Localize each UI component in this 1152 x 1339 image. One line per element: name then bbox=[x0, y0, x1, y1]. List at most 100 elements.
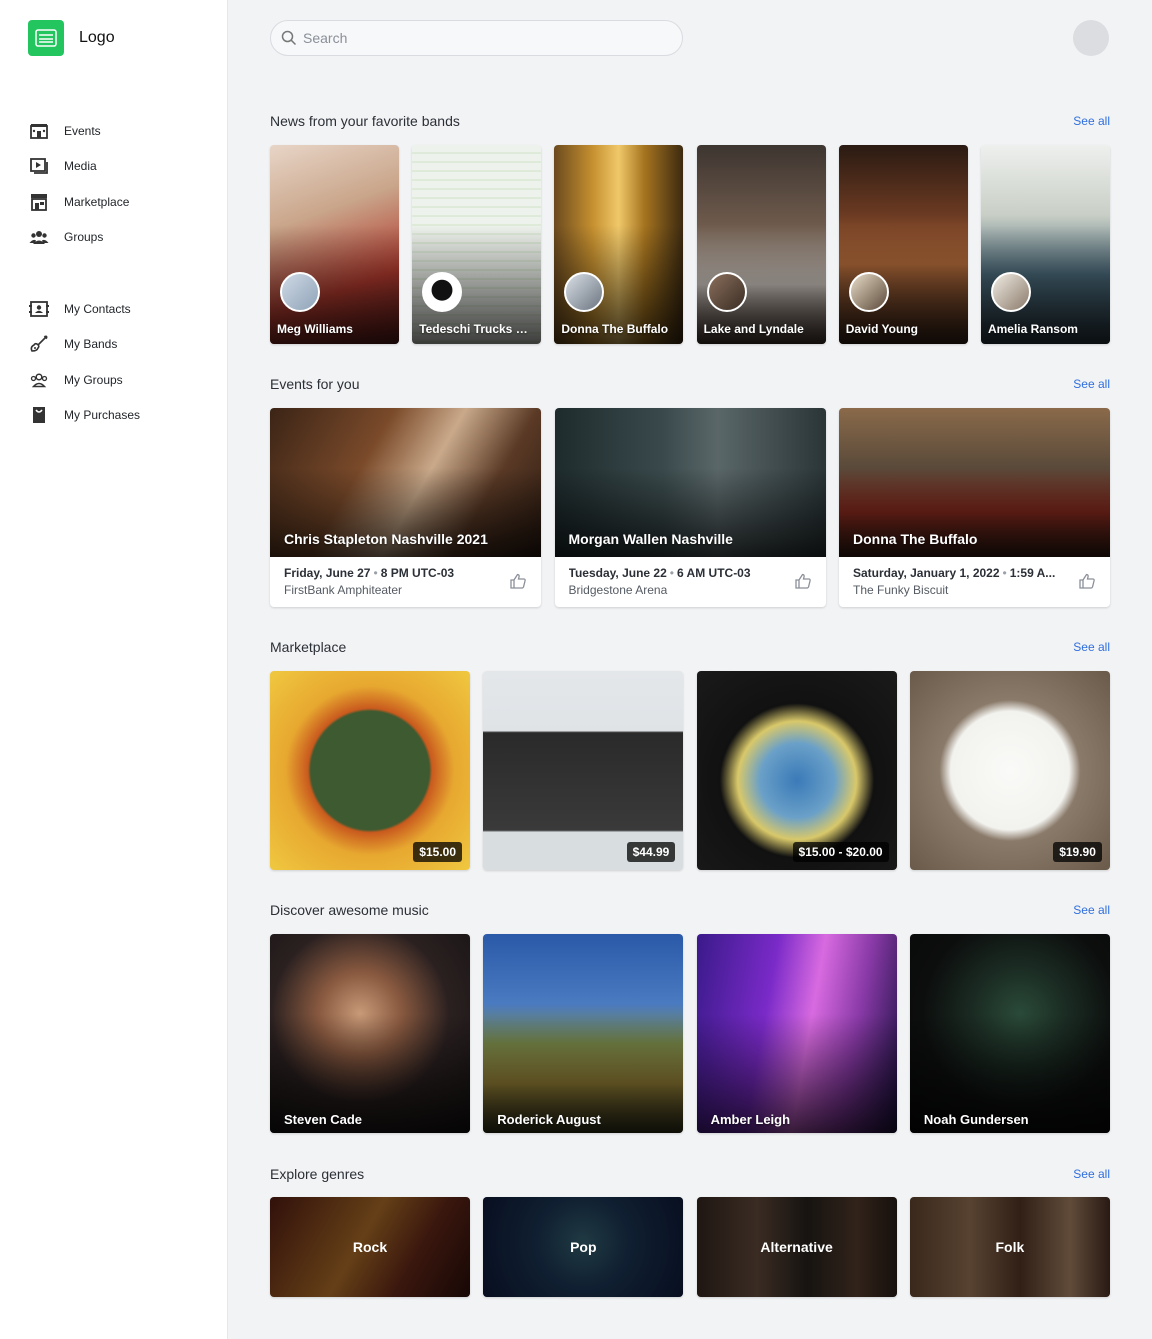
event-venue: FirstBank Amphiteater bbox=[284, 583, 403, 597]
sidebar-item-marketplace[interactable]: Marketplace bbox=[28, 184, 218, 220]
band-avatar bbox=[706, 272, 747, 312]
sidebar-item-label: Groups bbox=[64, 230, 104, 245]
event-title: Chris Stapleton Nashville 2021 bbox=[284, 531, 488, 547]
sidebar-item-events[interactable]: Events bbox=[28, 113, 218, 149]
search-bar[interactable] bbox=[270, 20, 683, 56]
artist-card[interactable]: Roderick August bbox=[483, 934, 684, 1133]
like-icon[interactable] bbox=[509, 572, 527, 590]
events-icon bbox=[28, 121, 50, 141]
sidebar-item-label: Media bbox=[64, 159, 97, 174]
main-nav: Events Media Marketplace Groups bbox=[28, 113, 218, 255]
see-all-link[interactable]: See all bbox=[1073, 640, 1110, 654]
news-card[interactable]: Meg Williams bbox=[270, 145, 399, 344]
see-all-link[interactable]: See all bbox=[1073, 903, 1110, 917]
band-name: Amelia Ransom bbox=[987, 322, 1078, 336]
product-price: $15.00 bbox=[413, 842, 462, 862]
band-avatar bbox=[990, 272, 1031, 312]
like-icon[interactable] bbox=[1078, 572, 1096, 590]
news-card[interactable]: Donna The Buffalo bbox=[554, 145, 684, 344]
artist-card[interactable]: Noah Gundersen bbox=[909, 934, 1110, 1133]
news-section: News from your favorite bands See all Me… bbox=[270, 111, 1110, 344]
purchases-icon bbox=[28, 405, 50, 425]
contacts-icon bbox=[28, 299, 50, 319]
sidebar-item-my-contacts[interactable]: My Contacts bbox=[28, 291, 218, 327]
media-icon bbox=[28, 156, 50, 176]
band-avatar bbox=[422, 272, 463, 312]
guitar-icon bbox=[28, 334, 50, 354]
artist-name: Noah Gundersen bbox=[923, 1112, 1029, 1127]
brand[interactable]: Logo bbox=[28, 20, 115, 56]
genre-label: Pop bbox=[570, 1239, 597, 1255]
genre-label: Alternative bbox=[760, 1239, 833, 1255]
band-name: Lake and Lyndale bbox=[703, 322, 804, 336]
brand-name: Logo bbox=[79, 29, 115, 46]
section-title: Explore genres bbox=[270, 1166, 365, 1182]
sidebar-item-my-groups[interactable]: My Groups bbox=[28, 362, 218, 398]
genre-label: Rock bbox=[352, 1239, 388, 1255]
band-name: Meg Williams bbox=[277, 322, 353, 336]
event-title: Donna The Buffalo bbox=[853, 531, 978, 547]
product-card[interactable]: $15.00 - $20.00 bbox=[696, 671, 897, 870]
sidebar-item-label: My Purchases bbox=[64, 408, 141, 423]
sidebar-item-label: My Contacts bbox=[64, 301, 131, 316]
events-section: Events for you See all Chris Stapleton N… bbox=[270, 374, 1110, 607]
event-date: Saturday, January 1, 2022 • 1:59 A... bbox=[853, 566, 1056, 580]
event-date: Tuesday, June 22 • 6 AM UTC-03 bbox=[568, 566, 751, 580]
event-venue: The Funky Biscuit bbox=[853, 583, 949, 597]
news-card[interactable]: Amelia Ransom bbox=[980, 145, 1110, 344]
like-icon[interactable] bbox=[794, 572, 812, 590]
product-price: $44.99 bbox=[626, 842, 676, 862]
event-image: Chris Stapleton Nashville 2021 bbox=[270, 408, 541, 557]
news-card[interactable]: Lake and Lyndale bbox=[696, 145, 826, 344]
sidebar-item-media[interactable]: Media bbox=[28, 149, 218, 185]
see-all-link[interactable]: See all bbox=[1073, 377, 1110, 391]
artist-card[interactable]: Steven Cade bbox=[270, 934, 470, 1133]
artist-card[interactable]: Amber Leigh bbox=[696, 934, 897, 1133]
event-card[interactable]: Donna The Buffalo Saturday, January 1, 2… bbox=[839, 408, 1110, 607]
genre-card-alternative[interactable]: Alternative bbox=[696, 1197, 897, 1297]
sidebar-item-my-bands[interactable]: My Bands bbox=[28, 327, 218, 363]
groups-icon bbox=[28, 370, 50, 390]
product-price: $19.90 bbox=[1053, 842, 1102, 862]
product-price: $15.00 - $20.00 bbox=[792, 842, 889, 862]
section-title: Events for you bbox=[270, 376, 360, 392]
band-avatar bbox=[280, 272, 320, 312]
artist-name: Roderick August bbox=[497, 1112, 601, 1127]
band-name: Donna The Buffalo bbox=[561, 322, 669, 336]
see-all-link[interactable]: See all bbox=[1073, 1167, 1110, 1181]
band-name: David Young bbox=[845, 322, 918, 336]
band-avatar bbox=[848, 272, 889, 312]
event-venue: Bridgestone Arena bbox=[568, 583, 668, 597]
search-icon bbox=[281, 30, 297, 46]
product-card[interactable]: $15.00 bbox=[270, 671, 470, 870]
logo-icon bbox=[28, 20, 64, 56]
groups-icon bbox=[28, 227, 50, 247]
genre-label: Folk bbox=[995, 1239, 1025, 1255]
genre-card-rock[interactable]: Rock bbox=[270, 1197, 470, 1297]
event-card[interactable]: Chris Stapleton Nashville 2021 Friday, J… bbox=[270, 408, 541, 607]
sidebar-item-my-purchases[interactable]: My Purchases bbox=[28, 398, 218, 434]
sidebar-item-label: My Bands bbox=[64, 337, 118, 352]
discover-section: Discover awesome music See all Steven Ca… bbox=[270, 900, 1110, 1133]
section-title: Marketplace bbox=[270, 639, 347, 655]
artist-name: Steven Cade bbox=[284, 1112, 363, 1127]
sidebar-item-label: My Groups bbox=[64, 372, 123, 387]
marketplace-section: Marketplace See all $15.00 $44.99 $15.00… bbox=[270, 637, 1110, 870]
user-avatar[interactable] bbox=[1073, 20, 1109, 56]
news-card[interactable]: David Young bbox=[838, 145, 968, 344]
search-input[interactable] bbox=[303, 30, 663, 46]
personal-nav: My Contacts My Bands My Groups My Purcha… bbox=[28, 291, 218, 433]
product-card[interactable]: $44.99 bbox=[483, 671, 684, 870]
see-all-link[interactable]: See all bbox=[1073, 114, 1110, 128]
artist-name: Amber Leigh bbox=[710, 1112, 791, 1127]
genres-section: Explore genres See all Rock Pop Alternat… bbox=[270, 1164, 1110, 1297]
band-name: Tedeschi Trucks B... bbox=[419, 322, 532, 336]
event-card[interactable]: Morgan Wallen Nashville Tuesday, June 22… bbox=[554, 408, 826, 607]
product-card[interactable]: $19.90 bbox=[909, 671, 1110, 870]
genre-card-pop[interactable]: Pop bbox=[483, 1197, 684, 1297]
news-card[interactable]: Tedeschi Trucks B... bbox=[412, 145, 542, 344]
sidebar-item-groups[interactable]: Groups bbox=[28, 220, 218, 256]
sidebar-item-label: Events bbox=[64, 123, 101, 138]
event-image: Morgan Wallen Nashville bbox=[554, 408, 826, 557]
genre-card-folk[interactable]: Folk bbox=[909, 1197, 1110, 1297]
